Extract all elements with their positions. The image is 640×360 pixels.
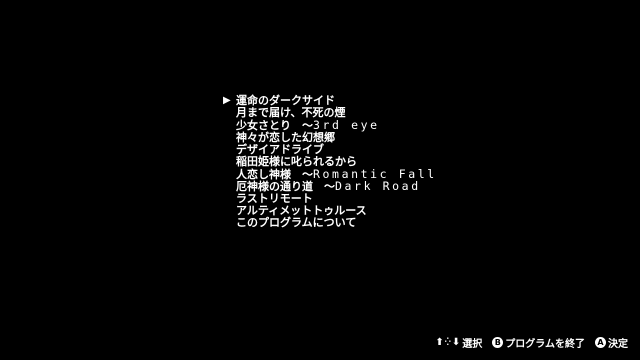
track-title: 神々が恋した幻想郷 [236, 130, 335, 144]
button-hints: ⬆ ⁛ ⬇ 選択 B プログラムを終了 A 決定 [435, 335, 628, 350]
exit-hint[interactable]: B プログラムを終了 [492, 335, 585, 350]
track-item-10[interactable]: このプログラムについて [223, 215, 437, 229]
track-title: アルティメットトゥルース [236, 203, 367, 217]
track-title: 月まで届け、不死の煙 [236, 106, 346, 120]
track-title: 稲田姫様に叱られるから [236, 154, 357, 168]
select-label: 選択 [462, 338, 483, 350]
confirm-label: 決定 [608, 338, 628, 350]
dpad-up-down-icon: ⬆ ⁛ ⬇ [435, 336, 461, 348]
select-hint: ⬆ ⁛ ⬇ 選択 [435, 335, 482, 350]
track-subtitle: Dark Road [335, 179, 421, 194]
exit-label: プログラムを終了 [505, 338, 585, 350]
track-title: デザイアドライブ [236, 142, 324, 156]
track-list: ▶ 運命のダークサイド 月まで届け、不死の煙 少女さとり ～3rd eye 神々… [223, 94, 437, 229]
a-button-icon: A [595, 336, 606, 348]
cursor-icon: ▶ [223, 95, 231, 106]
music-room-screen: ▶ 運命のダークサイド 月まで届け、不死の煙 少女さとり ～3rd eye 神々… [0, 0, 640, 360]
track-title: ラストリモート [236, 191, 313, 205]
track-title: このプログラムについて [236, 215, 357, 229]
b-button-icon: B [492, 336, 504, 348]
confirm-hint[interactable]: A 決定 [595, 335, 628, 350]
